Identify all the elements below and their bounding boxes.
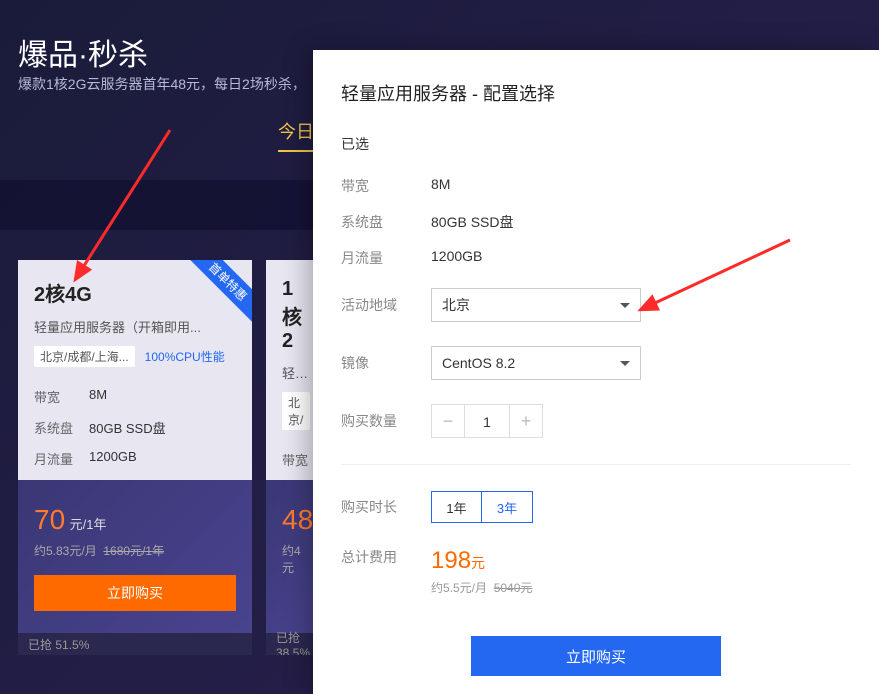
- chevron-down-icon: [620, 303, 630, 308]
- card-subtitle: 轻量应: [282, 363, 310, 382]
- total-permonth: 约5.5元/月: [431, 581, 487, 595]
- config-modal: 轻量应用服务器 - 配置选择 已选 带宽8M 系统盘80GB SSD盘 月流量1…: [313, 50, 879, 694]
- card-title: 1核2: [282, 278, 310, 353]
- qty-value: 1: [465, 404, 509, 438]
- spec-value: 1200GB: [431, 248, 482, 268]
- price-permonth: 约5.83元/月: [34, 544, 97, 558]
- total-label: 总计费用: [341, 547, 431, 567]
- progress-text: 已抢 51.5%: [18, 633, 252, 655]
- duration-option-1yr[interactable]: 1年: [432, 492, 482, 522]
- image-select[interactable]: CentOS 8.2: [431, 346, 641, 380]
- page-title: 爆品·秒杀: [18, 30, 148, 74]
- spec-value: 8M: [89, 387, 107, 406]
- price-unit: 元/1年: [70, 517, 107, 532]
- spec-label: 带宽: [34, 387, 89, 406]
- price: 48: [282, 504, 313, 535]
- card-bottom: 70 元/1年 约5.83元/月 1680元/1年 立即购买 已抢 51.5%: [18, 480, 252, 655]
- region-tag: 北京/: [282, 392, 310, 430]
- spec-label: 系统盘: [341, 212, 431, 232]
- page-subtitle: 爆款1核2G云服务器首年48元，每日2场秒杀，: [18, 74, 306, 94]
- cpu-tag: 100%CPU性能: [145, 348, 225, 365]
- spec-value: 80GB SSD盘: [431, 212, 513, 232]
- card-title: 2核4G: [34, 278, 236, 307]
- card-top: 2核4G 轻量应用服务器（开箱即用... 北京/成都/上海... 100%CPU…: [18, 260, 252, 480]
- price-strike: 1680元/1年: [103, 544, 164, 558]
- chevron-down-icon: [620, 361, 630, 366]
- modal-buy-button[interactable]: 立即购买: [471, 636, 721, 676]
- qty-increment-button[interactable]: +: [509, 404, 543, 438]
- duration-option-3yr[interactable]: 3年: [482, 492, 532, 522]
- region-label: 活动地域: [341, 295, 431, 315]
- region-value: 北京: [442, 295, 470, 315]
- spec-label: 带宽: [282, 450, 310, 469]
- quantity-stepper: − 1 +: [431, 404, 543, 438]
- total-price: 198元: [431, 547, 485, 574]
- spec-value: 80GB SSD盘: [89, 418, 166, 437]
- image-value: CentOS 8.2: [442, 355, 515, 371]
- spec-label: 系统盘: [34, 418, 89, 437]
- duration-label: 购买时长: [341, 497, 431, 517]
- qty-label: 购买数量: [341, 411, 431, 431]
- spec-label: 带宽: [341, 176, 431, 196]
- tab-today[interactable]: 今日: [278, 118, 314, 152]
- product-cards: 首单特惠 2核4G 轻量应用服务器（开箱即用... 北京/成都/上海... 10…: [18, 260, 326, 655]
- spec-value: 8M: [431, 176, 450, 196]
- card-subtitle: 轻量应用服务器（开箱即用...: [34, 317, 236, 336]
- spec-grid: 带宽8M 系统盘80GB SSD盘 月流量1200GB: [341, 168, 851, 276]
- duration-toggle: 1年 3年: [431, 491, 533, 523]
- total-strike: 5040元: [494, 581, 533, 595]
- price: 70: [34, 504, 65, 535]
- spec-value: 1200GB: [89, 449, 137, 468]
- product-card[interactable]: 首单特惠 2核4G 轻量应用服务器（开箱即用... 北京/成都/上海... 10…: [18, 260, 252, 655]
- image-label: 镜像: [341, 353, 431, 373]
- price-permonth: 约4元: [282, 544, 301, 575]
- region-select[interactable]: 北京: [431, 288, 641, 322]
- modal-title: 轻量应用服务器 - 配置选择: [341, 80, 851, 106]
- spec-label: 月流量: [34, 449, 89, 468]
- selected-label: 已选: [341, 134, 851, 154]
- buy-button[interactable]: 立即购买: [34, 575, 236, 611]
- region-tag: 北京/成都/上海...: [34, 346, 135, 367]
- divider: [341, 464, 851, 465]
- qty-decrement-button[interactable]: −: [431, 404, 465, 438]
- spec-label: 月流量: [341, 248, 431, 268]
